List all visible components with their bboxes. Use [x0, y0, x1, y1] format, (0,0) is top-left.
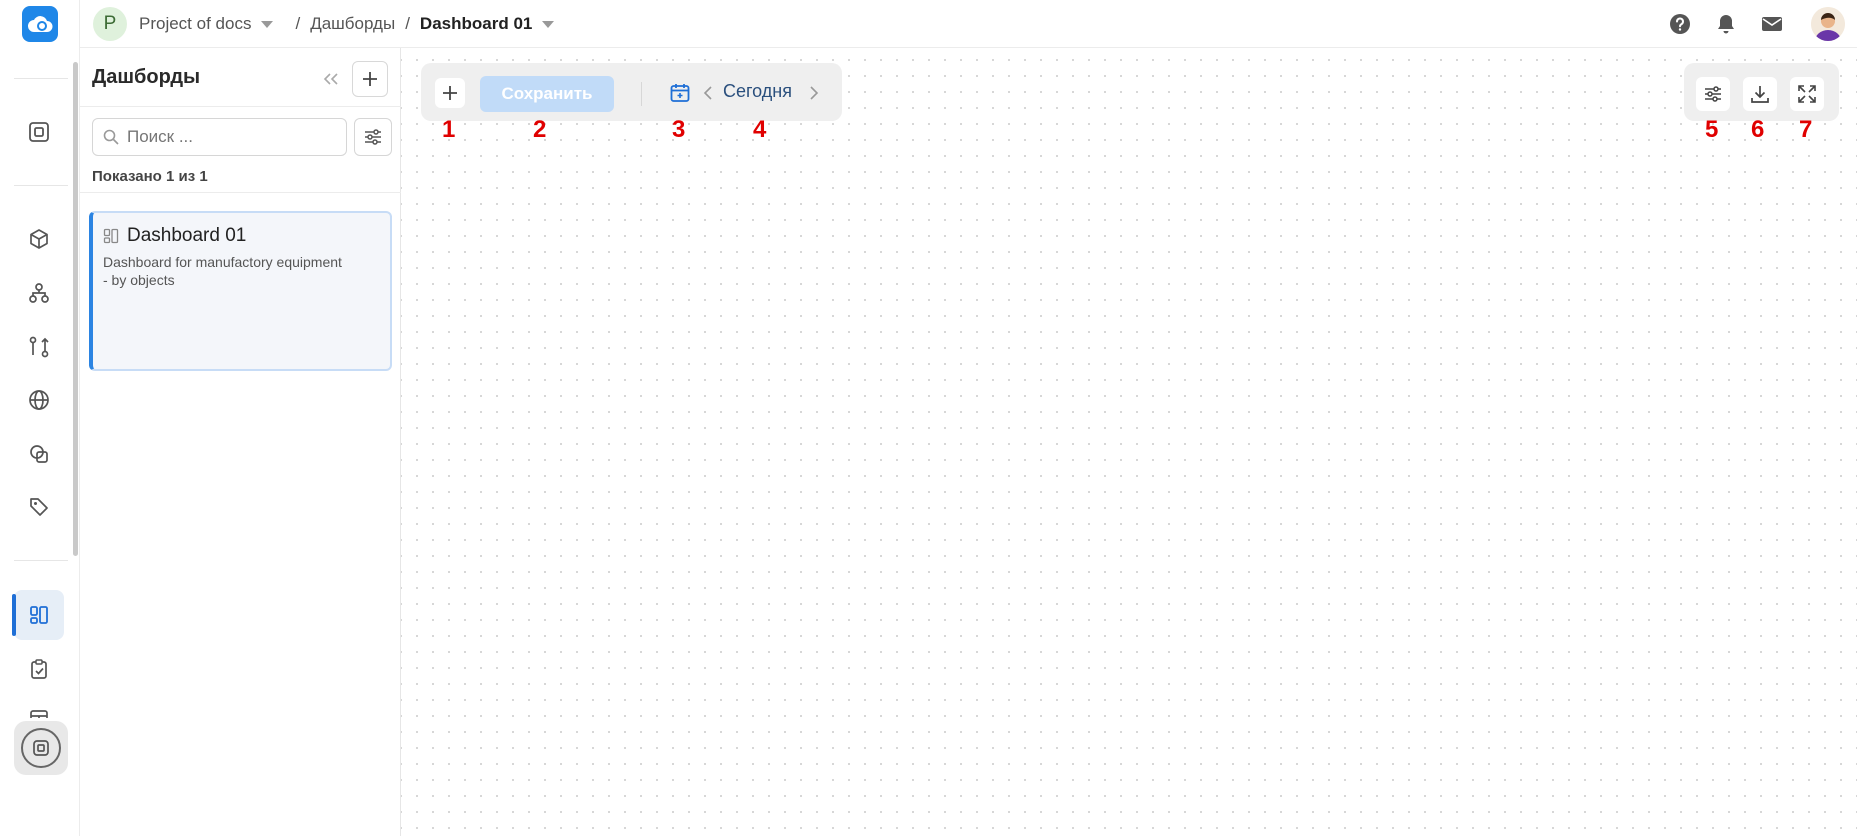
collapse-panel-button[interactable] — [316, 64, 346, 94]
chevron-right-icon — [810, 86, 819, 100]
hierarchy-icon — [29, 283, 49, 303]
dashboard-canvas[interactable] — [401, 48, 1857, 836]
rail-scrollbar[interactable] — [73, 62, 78, 556]
dashboard-icon — [103, 228, 119, 244]
breadcrumb-separator: / — [295, 14, 301, 33]
breadcrumb-current[interactable]: Dashboard 01 — [420, 14, 532, 34]
breadcrumb-project[interactable]: Project of docs — [139, 14, 251, 34]
panel-title: Дашборды — [92, 66, 201, 88]
shapes-icon — [30, 445, 48, 463]
table-icon — [30, 710, 48, 718]
search-input[interactable] — [127, 127, 327, 147]
download-icon — [1751, 86, 1769, 103]
chevron-left-icon — [703, 86, 712, 100]
project-avatar[interactable]: P — [93, 7, 127, 41]
dashboard-card[interactable]: Dashboard 01 Dashboard for manufactory e… — [89, 211, 392, 371]
panel-divider — [80, 192, 401, 193]
user-avatar[interactable] — [1811, 7, 1845, 41]
marker-2: 2 — [533, 116, 547, 143]
calendar-icon — [670, 84, 690, 102]
save-button[interactable]: Сохранить — [480, 76, 614, 112]
tag-icon — [30, 498, 48, 516]
previous-date-button[interactable] — [698, 81, 718, 105]
mail-icon[interactable] — [1761, 13, 1783, 35]
top-bar: P Project of docs / Дашборды / Dashboard… — [80, 0, 1857, 48]
download-button[interactable] — [1743, 77, 1777, 111]
marker-4: 4 — [753, 116, 767, 143]
cube-icon — [30, 229, 48, 249]
rail-divider — [14, 185, 68, 186]
top-right-actions — [1669, 0, 1857, 48]
dashboard-icon — [30, 606, 48, 624]
caret-down-icon[interactable] — [261, 20, 274, 28]
rail-item-objects[interactable] — [14, 107, 64, 157]
rail-item-models[interactable] — [14, 214, 64, 264]
object-icon — [29, 122, 49, 142]
caret-down-icon[interactable] — [542, 20, 555, 28]
card-title-row: Dashboard 01 — [103, 225, 246, 247]
search-box[interactable] — [92, 118, 347, 156]
rail-bottom-button[interactable] — [14, 721, 68, 775]
marker-6: 6 — [1751, 116, 1765, 143]
rail-item-tasks[interactable] — [14, 644, 64, 694]
cloud-logo-icon[interactable] — [22, 6, 58, 42]
marker-1: 1 — [442, 116, 456, 143]
bell-icon[interactable] — [1715, 13, 1737, 35]
rail-item-shapes[interactable] — [14, 429, 64, 479]
git-compare-icon — [29, 336, 49, 358]
search-icon — [103, 129, 119, 145]
help-icon[interactable] — [1669, 13, 1691, 35]
calendar-button[interactable] — [666, 79, 694, 107]
breadcrumb-separator: / — [405, 14, 410, 33]
breadcrumb: Project of docs / Дашборды / Dashboard 0… — [139, 0, 566, 48]
add-dashboard-button[interactable] — [352, 61, 388, 97]
fullscreen-button[interactable] — [1790, 77, 1824, 111]
marker-5: 5 — [1705, 116, 1719, 143]
globe-icon — [29, 390, 49, 410]
panel-divider — [80, 106, 401, 107]
marker-3: 3 — [672, 116, 686, 143]
rail-item-compare[interactable] — [14, 322, 64, 372]
add-widget-button[interactable] — [435, 78, 465, 108]
card-description: Dashboard for manufactory equipment - by… — [103, 254, 342, 288]
sliders-icon — [1705, 86, 1721, 102]
rail-item-tags[interactable] — [14, 482, 64, 532]
rail-item-hierarchy[interactable] — [14, 268, 64, 318]
shown-count: Показано 1 из 1 — [92, 168, 208, 185]
breadcrumb-section[interactable]: Дашборды — [310, 14, 395, 34]
target-icon — [21, 728, 61, 768]
card-title: Dashboard 01 — [127, 225, 247, 246]
rail-item-globe[interactable] — [14, 375, 64, 425]
rail-item-dashboards[interactable] — [12, 590, 64, 640]
plus-icon — [443, 86, 457, 100]
marker-7: 7 — [1799, 116, 1813, 143]
app-root: P Project of docs / Дашборды / Dashboard… — [0, 0, 1857, 836]
next-date-button[interactable] — [804, 81, 824, 105]
clipboard-check-icon — [31, 659, 47, 679]
chevrons-left-icon — [323, 73, 338, 85]
toolbar-divider — [641, 82, 642, 106]
settings-button[interactable] — [1696, 77, 1730, 111]
fullscreen-icon — [1798, 85, 1816, 103]
rail-divider — [14, 78, 68, 79]
nav-rail — [0, 0, 80, 836]
plus-icon — [363, 72, 377, 86]
dashboards-panel: Дашборды Показано 1 из 1 Dashboard 01 Da… — [80, 48, 401, 836]
date-label[interactable]: Сегодня — [723, 81, 792, 102]
sliders-icon — [365, 129, 381, 145]
filter-button[interactable] — [354, 118, 392, 156]
rail-item-table[interactable] — [14, 698, 64, 718]
rail-divider — [14, 560, 68, 561]
